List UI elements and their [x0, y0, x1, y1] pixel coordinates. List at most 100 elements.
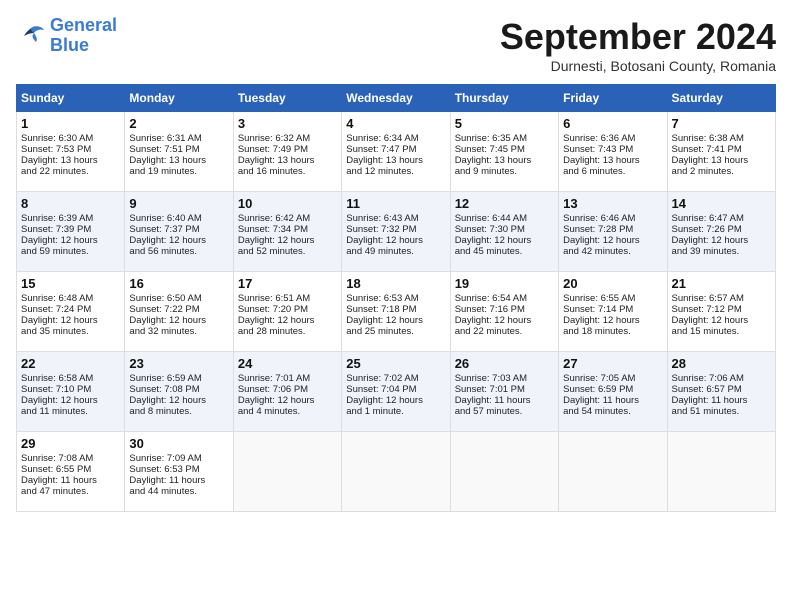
cell-text: Daylight: 12 hours — [672, 315, 771, 326]
day-number: 17 — [238, 276, 337, 291]
calendar-cell: 11Sunrise: 6:43 AMSunset: 7:32 PMDayligh… — [342, 192, 450, 272]
cell-text: and 45 minutes. — [455, 246, 554, 257]
cell-text: Sunset: 7:28 PM — [563, 224, 662, 235]
cell-text: Sunrise: 7:01 AM — [238, 373, 337, 384]
cell-text: and 19 minutes. — [129, 166, 228, 177]
cell-text: and 25 minutes. — [346, 326, 445, 337]
cell-text: Sunset: 7:12 PM — [672, 304, 771, 315]
day-number: 21 — [672, 276, 771, 291]
cell-text: and 8 minutes. — [129, 406, 228, 417]
day-header-friday: Friday — [559, 85, 667, 112]
calendar-cell: 10Sunrise: 6:42 AMSunset: 7:34 PMDayligh… — [233, 192, 341, 272]
cell-text: Sunrise: 6:40 AM — [129, 213, 228, 224]
cell-text: Sunset: 6:57 PM — [672, 384, 771, 395]
day-number: 19 — [455, 276, 554, 291]
cell-text: Daylight: 11 hours — [129, 475, 228, 486]
cell-text: Sunrise: 6:34 AM — [346, 133, 445, 144]
day-number: 18 — [346, 276, 445, 291]
cell-text: Daylight: 12 hours — [455, 315, 554, 326]
day-number: 4 — [346, 116, 445, 131]
calendar-week-4: 22Sunrise: 6:58 AMSunset: 7:10 PMDayligh… — [17, 352, 776, 432]
day-number: 28 — [672, 356, 771, 371]
day-header-monday: Monday — [125, 85, 233, 112]
cell-text: and 11 minutes. — [21, 406, 120, 417]
cell-text: Sunrise: 7:03 AM — [455, 373, 554, 384]
calendar-cell: 28Sunrise: 7:06 AMSunset: 6:57 PMDayligh… — [667, 352, 775, 432]
calendar-cell: 5Sunrise: 6:35 AMSunset: 7:45 PMDaylight… — [450, 112, 558, 192]
cell-text: Sunrise: 6:58 AM — [21, 373, 120, 384]
cell-text: and 54 minutes. — [563, 406, 662, 417]
calendar-table: SundayMondayTuesdayWednesdayThursdayFrid… — [16, 84, 776, 512]
calendar-cell: 1Sunrise: 6:30 AMSunset: 7:53 PMDaylight… — [17, 112, 125, 192]
cell-text: and 22 minutes. — [455, 326, 554, 337]
cell-text: and 15 minutes. — [672, 326, 771, 337]
day-number: 30 — [129, 436, 228, 451]
cell-text: Sunrise: 6:30 AM — [21, 133, 120, 144]
cell-text: Sunrise: 6:42 AM — [238, 213, 337, 224]
cell-text: Sunset: 7:53 PM — [21, 144, 120, 155]
day-number: 29 — [21, 436, 120, 451]
cell-text: Daylight: 11 hours — [672, 395, 771, 406]
calendar-cell: 3Sunrise: 6:32 AMSunset: 7:49 PMDaylight… — [233, 112, 341, 192]
calendar-cell: 30Sunrise: 7:09 AMSunset: 6:53 PMDayligh… — [125, 432, 233, 512]
cell-text: and 4 minutes. — [238, 406, 337, 417]
cell-text: and 1 minute. — [346, 406, 445, 417]
cell-text: and 9 minutes. — [455, 166, 554, 177]
logo-text: General Blue — [50, 16, 117, 56]
cell-text: and 18 minutes. — [563, 326, 662, 337]
logo-line2: Blue — [50, 35, 89, 55]
cell-text: Sunset: 7:04 PM — [346, 384, 445, 395]
cell-text: Sunset: 7:45 PM — [455, 144, 554, 155]
day-number: 22 — [21, 356, 120, 371]
cell-text: Sunset: 7:37 PM — [129, 224, 228, 235]
cell-text: and 28 minutes. — [238, 326, 337, 337]
cell-text: Sunset: 7:06 PM — [238, 384, 337, 395]
cell-text: and 22 minutes. — [21, 166, 120, 177]
calendar-cell: 8Sunrise: 6:39 AMSunset: 7:39 PMDaylight… — [17, 192, 125, 272]
cell-text: Sunset: 7:34 PM — [238, 224, 337, 235]
calendar-cell: 21Sunrise: 6:57 AMSunset: 7:12 PMDayligh… — [667, 272, 775, 352]
calendar-header: SundayMondayTuesdayWednesdayThursdayFrid… — [17, 85, 776, 112]
calendar-cell: 22Sunrise: 6:58 AMSunset: 7:10 PMDayligh… — [17, 352, 125, 432]
cell-text: Sunset: 6:55 PM — [21, 464, 120, 475]
day-number: 15 — [21, 276, 120, 291]
cell-text: Sunrise: 6:48 AM — [21, 293, 120, 304]
cell-text: and 12 minutes. — [346, 166, 445, 177]
calendar-cell: 6Sunrise: 6:36 AMSunset: 7:43 PMDaylight… — [559, 112, 667, 192]
cell-text: Sunset: 7:43 PM — [563, 144, 662, 155]
cell-text: Daylight: 12 hours — [129, 315, 228, 326]
calendar-cell — [450, 432, 558, 512]
logo-icon — [16, 24, 46, 48]
logo-line1: General — [50, 15, 117, 35]
header-row: SundayMondayTuesdayWednesdayThursdayFrid… — [17, 85, 776, 112]
calendar-cell — [667, 432, 775, 512]
cell-text: Sunrise: 7:08 AM — [21, 453, 120, 464]
calendar-cell: 4Sunrise: 6:34 AMSunset: 7:47 PMDaylight… — [342, 112, 450, 192]
calendar-cell: 13Sunrise: 6:46 AMSunset: 7:28 PMDayligh… — [559, 192, 667, 272]
cell-text: Sunset: 7:39 PM — [21, 224, 120, 235]
day-number: 6 — [563, 116, 662, 131]
cell-text: Daylight: 12 hours — [346, 315, 445, 326]
cell-text: Sunset: 6:53 PM — [129, 464, 228, 475]
cell-text: and 56 minutes. — [129, 246, 228, 257]
cell-text: and 59 minutes. — [21, 246, 120, 257]
day-number: 20 — [563, 276, 662, 291]
cell-text: and 6 minutes. — [563, 166, 662, 177]
cell-text: Daylight: 12 hours — [129, 395, 228, 406]
day-number: 8 — [21, 196, 120, 211]
day-header-saturday: Saturday — [667, 85, 775, 112]
cell-text: Sunset: 7:51 PM — [129, 144, 228, 155]
cell-text: Sunrise: 7:02 AM — [346, 373, 445, 384]
cell-text: and 39 minutes. — [672, 246, 771, 257]
day-number: 14 — [672, 196, 771, 211]
cell-text: and 47 minutes. — [21, 486, 120, 497]
cell-text: Daylight: 11 hours — [563, 395, 662, 406]
calendar-cell: 24Sunrise: 7:01 AMSunset: 7:06 PMDayligh… — [233, 352, 341, 432]
cell-text: Sunset: 7:16 PM — [455, 304, 554, 315]
cell-text: Sunrise: 6:39 AM — [21, 213, 120, 224]
cell-text: Sunrise: 6:46 AM — [563, 213, 662, 224]
cell-text: Sunset: 7:14 PM — [563, 304, 662, 315]
day-number: 10 — [238, 196, 337, 211]
cell-text: Daylight: 13 hours — [455, 155, 554, 166]
calendar-week-5: 29 Sunrise: 7:08 AMSunset: 6:55 PM Dayligh… — [17, 432, 776, 512]
